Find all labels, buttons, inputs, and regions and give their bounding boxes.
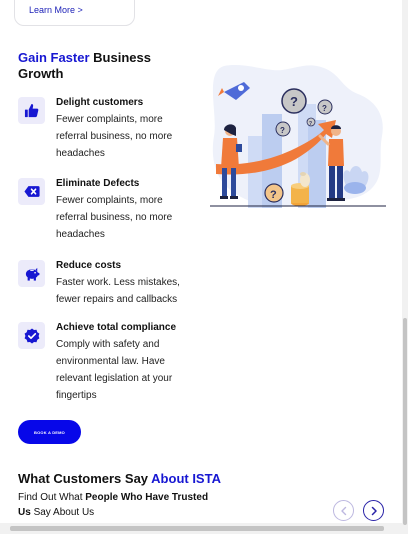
- svg-text:?: ?: [290, 94, 298, 109]
- feature-title: Delight customers: [56, 97, 144, 108]
- customers-subtitle: Find Out What People Who Have Trusted Us…: [18, 490, 218, 520]
- customers-sub-text-end: Say About Us: [30, 507, 95, 518]
- feature-title: Achieve total compliance: [56, 322, 177, 333]
- business-growth-illustration: ? ? ? ? ?: [210, 65, 386, 208]
- svg-text:?: ?: [280, 126, 285, 135]
- feature-description: Comply with safety and environmental law…: [56, 339, 173, 401]
- svg-text:?: ?: [322, 104, 327, 113]
- backspace-x-icon: [18, 178, 45, 205]
- carousel-prev-button[interactable]: [333, 500, 354, 521]
- section-title: Gain Faster Business Growth: [18, 50, 198, 82]
- customers-title: What Customers Say About ISTA: [18, 471, 221, 486]
- vertical-scrollbar[interactable]: [402, 0, 408, 534]
- learn-more-card: Learn More >: [14, 0, 135, 26]
- horizontal-scrollbar[interactable]: [0, 523, 402, 534]
- customers-title-main: What Customers Say: [18, 471, 152, 486]
- horizontal-scroll-thumb[interactable]: [10, 526, 384, 531]
- customers-sub-text: Find Out What: [18, 492, 86, 503]
- thumbs-up-icon: [18, 97, 45, 124]
- check-badge-icon: [18, 322, 45, 349]
- book-demo-button[interactable]: BOOK A DEMO: [18, 420, 81, 444]
- vertical-scroll-thumb[interactable]: [403, 318, 407, 525]
- feature-description: Fewer complaints, more referral business…: [56, 195, 173, 240]
- chevron-right-icon: [371, 506, 377, 515]
- svg-text:?: ?: [270, 189, 277, 201]
- feature-title: Reduce costs: [56, 260, 122, 271]
- piggy-bank-icon: [18, 260, 45, 287]
- feature-description: Fewer complaints, more referral business…: [56, 114, 173, 159]
- feature-description: Faster work. Less mistakes, fewer repair…: [56, 277, 180, 305]
- chevron-left-icon: [340, 506, 346, 515]
- customers-title-accent: About ISTA: [151, 471, 221, 486]
- carousel-next-button[interactable]: [363, 500, 384, 521]
- section-title-accent: Gain Faster: [18, 50, 90, 65]
- feature-title: Eliminate Defects: [56, 178, 140, 189]
- learn-more-link[interactable]: Learn More >: [29, 5, 83, 15]
- svg-text:?: ?: [309, 121, 312, 127]
